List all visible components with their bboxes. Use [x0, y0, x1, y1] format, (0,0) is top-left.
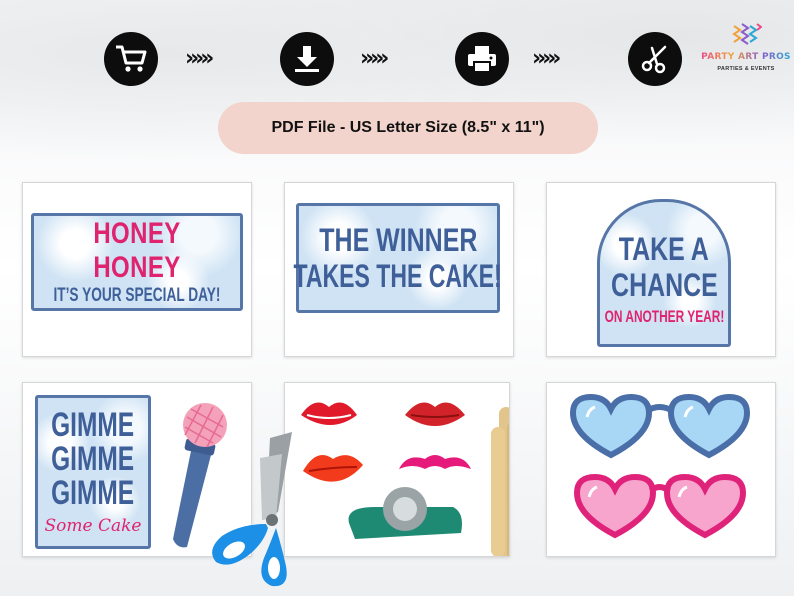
- tape-dispenser-icon: [348, 487, 462, 539]
- card-honey-honey: HONEY HONEY IT’S YOUR SPECIAL DAY!: [22, 182, 252, 357]
- honey-honey-title: HONEY HONEY: [93, 217, 181, 284]
- honey-honey-sign: HONEY HONEY IT’S YOUR SPECIAL DAY!: [31, 213, 243, 311]
- honey-honey-subtitle: IT’S YOUR SPECIAL DAY!: [53, 285, 221, 306]
- scissors-step: [628, 32, 682, 86]
- logo-title: PARTY ART PROS: [701, 52, 791, 62]
- cart-icon: [116, 45, 147, 72]
- card-heart-glasses: [546, 382, 776, 557]
- heart-glasses-illustration: [569, 393, 751, 539]
- logo-mark-icon: [732, 23, 762, 45]
- pink-heart-glasses-icon: [573, 473, 747, 539]
- take-a-chance-line3: ON ANOTHER YEAR!: [604, 307, 724, 326]
- blue-scissors-icon: [212, 432, 292, 587]
- cart-step: [104, 32, 158, 86]
- logo-subtitle: PARTIES & EVENTS: [717, 66, 775, 72]
- gimme-line1: GIMME: [51, 406, 135, 444]
- craft-sticks-icon: [491, 407, 509, 556]
- red-lips-icon-2: [405, 402, 465, 426]
- take-a-chance-line2: CHANCE: [610, 267, 718, 303]
- the-winner-line1: THE WINNER: [318, 222, 478, 258]
- chevrons-3: ›››››: [532, 46, 561, 71]
- chevrons-2: ›››››: [360, 46, 389, 71]
- printer-step: [455, 32, 509, 86]
- blue-heart-glasses-icon: [569, 393, 751, 459]
- card-the-winner: THE WINNER TAKES THE CAKE!: [284, 182, 514, 357]
- party-art-pros-logo: PARTY ART PROS PARTIES & EVENTS: [700, 22, 792, 82]
- file-format-banner: PDF File - US Letter Size (8.5" x 11"): [218, 102, 598, 154]
- banner-text: PDF File - US Letter Size (8.5" x 11"): [271, 119, 545, 136]
- the-winner-sign: THE WINNER TAKES THE CAKE!: [293, 203, 503, 313]
- chevrons-1: ›››››: [185, 46, 214, 71]
- printer-icon: [468, 46, 496, 73]
- the-winner-line2: TAKES THE CAKE!: [293, 258, 503, 294]
- gimme-line4: Some Cake: [44, 516, 142, 536]
- gimme-line3: GIMME: [51, 474, 135, 512]
- gimme-sign: GIMME GIMME GIMME Some Cake: [35, 395, 151, 549]
- download-step: [280, 32, 334, 86]
- scissors-icon: [641, 45, 667, 74]
- gimme-line2: GIMME: [51, 440, 135, 478]
- red-lips-icon-1: [301, 402, 357, 425]
- take-a-chance-line1: TAKE A: [618, 231, 710, 267]
- take-a-chance-sign: TAKE A CHANCE ON ANOTHER YEAR!: [597, 199, 731, 347]
- card-take-a-chance: TAKE A CHANCE ON ANOTHER YEAR!: [546, 182, 776, 357]
- download-icon: [295, 46, 319, 72]
- moustache-icon: [399, 455, 471, 469]
